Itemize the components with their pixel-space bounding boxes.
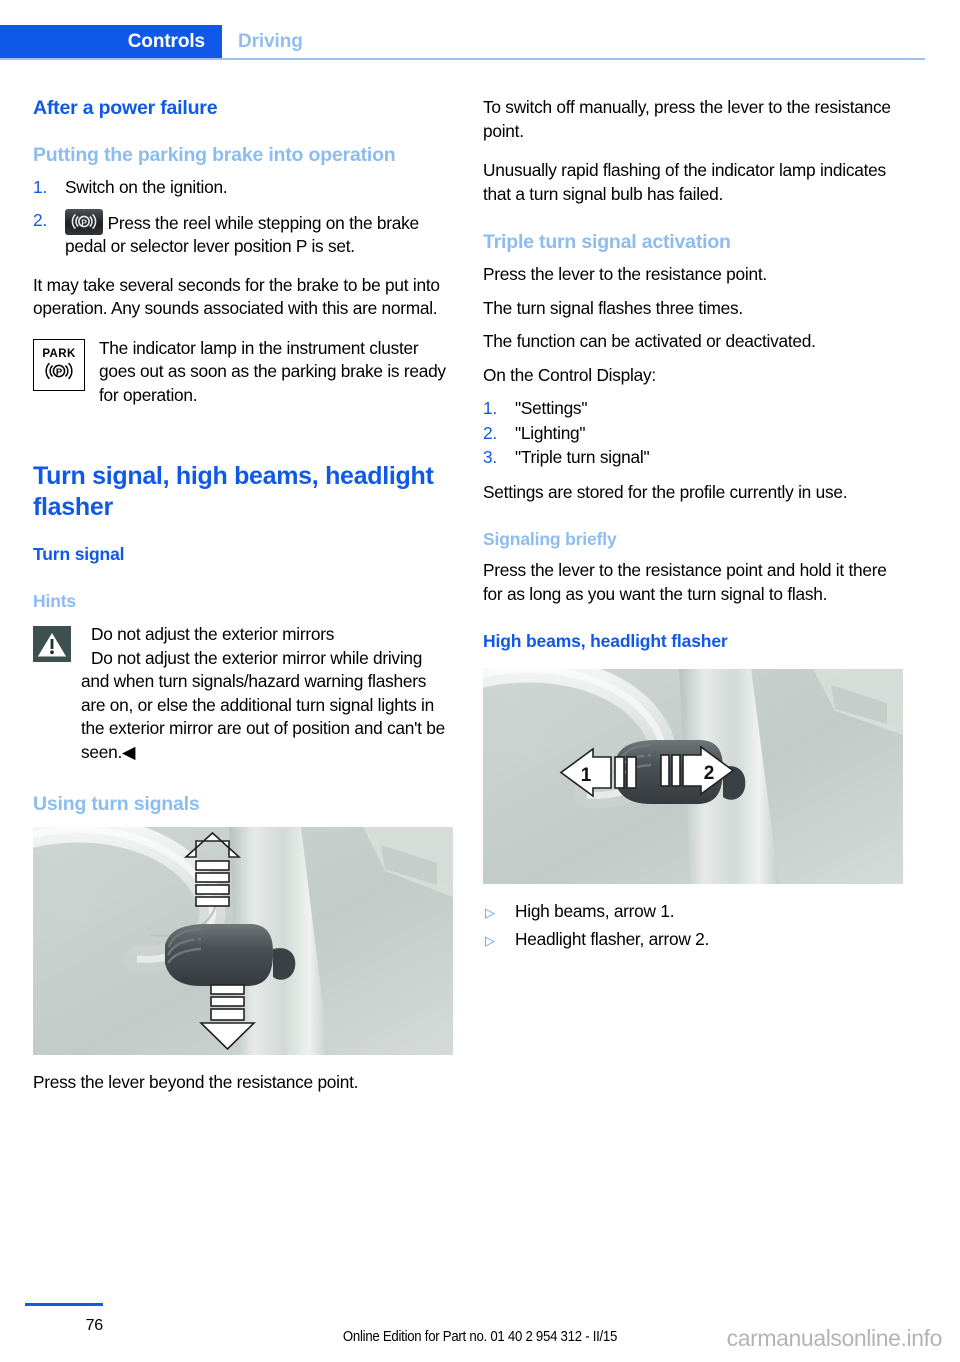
- warning-block: Do not adjust the exterior mirrors Do no…: [33, 623, 453, 764]
- step-number: 1.: [33, 177, 47, 197]
- paragraph-flashes-three-times: The turn signal flashes three times.: [483, 297, 743, 318]
- paragraph-press-lever-resistance: Press the lever to the resistance point.: [483, 264, 767, 284]
- breadcrumb-tab-driving[interactable]: Driving: [238, 25, 303, 58]
- heading-triple-turn-signal-activation: Triple turn signal activation: [483, 231, 731, 253]
- arrow-label-1: 1: [581, 765, 592, 786]
- paragraph-switch-off-manually: To switch off manually, press the lever …: [483, 97, 891, 141]
- warning-triangle-icon: [33, 626, 71, 662]
- paragraph-function-activated-deactivated: The function can be activated or deactiv…: [483, 331, 816, 351]
- list-item: 2. "Lighting": [483, 422, 903, 446]
- paragraph-on-control-display: On the Control Display:: [483, 364, 656, 385]
- paragraph-settings-stored: Settings are stored for the profile curr…: [483, 481, 848, 502]
- parking-brake-button-icon: P: [65, 208, 103, 235]
- step-text: "Settings": [515, 398, 588, 418]
- park-indicator-block: PARK P The indicator lamp in the instrum…: [33, 337, 453, 408]
- svg-text:P: P: [81, 218, 87, 228]
- park-indicator-label: PARK: [42, 347, 76, 360]
- svg-text:P: P: [56, 367, 63, 378]
- heading-after-power-failure: After a power failure: [33, 97, 218, 119]
- heading-using-turn-signals: Using turn signals: [33, 793, 200, 815]
- page-header: Controls Driving: [0, 25, 960, 58]
- paragraph-signaling-briefly: Press the lever to the resistance point …: [483, 560, 887, 604]
- bullet-text: Headlight flasher, arrow 2.: [515, 928, 710, 949]
- list-item: 1. Switch on the ignition.: [33, 176, 453, 200]
- paragraph-rapid-flashing: Unusually rapid flashing of the indicato…: [483, 160, 886, 204]
- list-item: ▷ Headlight flasher, arrow 2.: [483, 928, 903, 952]
- paragraph-brake-seconds: It may take several seconds for the brak…: [33, 274, 440, 319]
- heading-turn-signal: Turn signal: [33, 544, 125, 564]
- triangle-bullet-icon: ▷: [485, 905, 495, 920]
- control-display-steps-list: 1. "Settings" 2. "Lighting" 3. "Triple t…: [483, 397, 903, 470]
- left-column: After a power failure Putting the parkin…: [33, 96, 453, 1095]
- step-number: 3.: [483, 447, 497, 467]
- heading-high-beams-headlight-flasher: High beams, headlight flasher: [483, 631, 728, 651]
- breadcrumb-tab-controls[interactable]: Controls: [0, 25, 222, 58]
- step-number: 2.: [483, 422, 497, 443]
- figure-turn-signal-caption: Press the lever beyond the resistance po…: [33, 1072, 359, 1092]
- heading-signaling-briefly: Signaling briefly: [483, 529, 617, 549]
- watermark: carmanualsonline.info: [726, 1325, 943, 1351]
- step-text: Press the reel while stepping on the bra…: [65, 212, 419, 257]
- list-item: 1. "Settings": [483, 397, 903, 421]
- parking-brake-steps-list: 1. Switch on the ignition. 2. P Press th…: [33, 176, 453, 259]
- footer-divider: [25, 1303, 103, 1306]
- list-item: 2. P Press the reel while stepping on th…: [33, 208, 453, 259]
- heading-hints: Hints: [33, 591, 77, 611]
- high-beams-bullet-list: ▷ High beams, arrow 1. ▷ Headlight flash…: [483, 900, 903, 951]
- right-column: To switch off manually, press the lever …: [483, 96, 903, 955]
- warning-title: Do not adjust the exterior mirrors: [91, 624, 335, 644]
- figure-high-beams-lever: 1 2: [483, 669, 903, 884]
- figure-turn-signal-lever: [33, 827, 453, 1055]
- park-brake-symbol-icon: P: [45, 362, 73, 379]
- arrow-label-2: 2: [704, 763, 715, 784]
- heading-putting-parking-brake-into-operation: Putting the parking brake into operation: [33, 144, 396, 166]
- park-indicator-text: The indicator lamp in the instrument clu…: [99, 337, 446, 405]
- triangle-bullet-icon: ▷: [485, 932, 495, 948]
- step-number: 1.: [483, 398, 497, 418]
- step-text: Switch on the ignition.: [65, 177, 228, 197]
- park-indicator-icon: PARK P: [33, 338, 85, 391]
- step-text: "Lighting": [515, 422, 586, 443]
- heading-turn-signal-high-beams-headlight-flasher: Turn signal, high beams, headlight flash…: [33, 462, 434, 521]
- warning-body: Do not adjust the exterior mirror while …: [81, 647, 445, 762]
- step-number: 2.: [33, 209, 47, 230]
- step-text: "Triple turn signal": [515, 447, 650, 467]
- list-item: ▷ High beams, arrow 1.: [483, 900, 903, 924]
- list-item: 3. "Triple turn signal": [483, 446, 903, 470]
- header-divider: [0, 58, 925, 60]
- bullet-text: High beams, arrow 1.: [515, 901, 675, 921]
